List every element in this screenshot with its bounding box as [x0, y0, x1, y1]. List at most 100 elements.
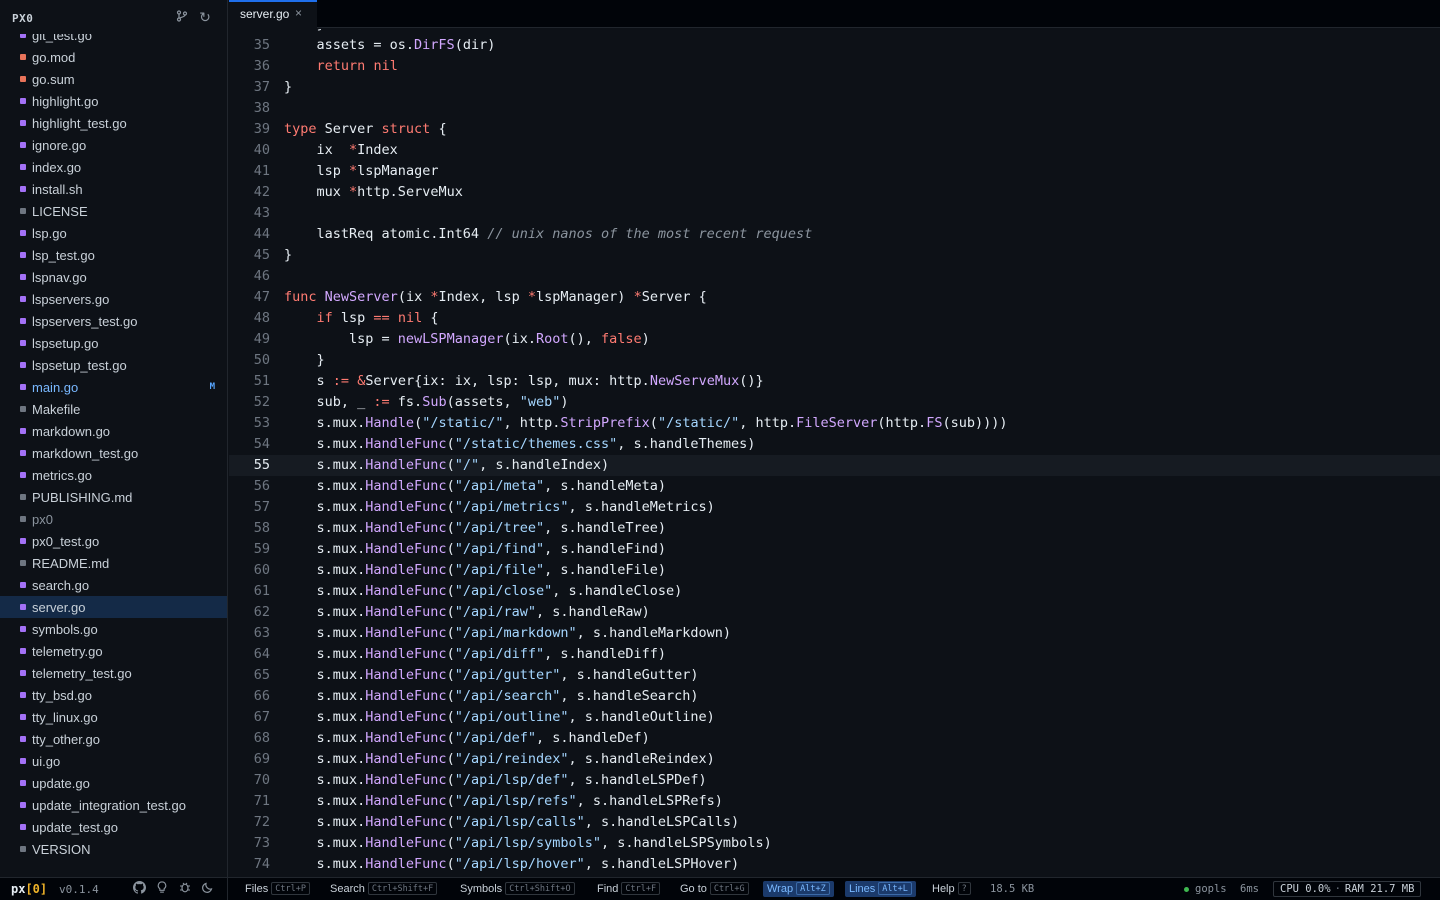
code-line[interactable]: 67 s.mux.HandleFunc("/api/outline", s.ha… [229, 707, 1440, 728]
code-line[interactable]: 53 s.mux.Handle("/static/", http.StripPr… [229, 413, 1440, 434]
file-item-highlight-go[interactable]: highlight.go [0, 90, 227, 112]
refresh-icon[interactable]: ↻ [198, 10, 212, 24]
code-line[interactable]: 57 s.mux.HandleFunc("/api/metrics", s.ha… [229, 497, 1440, 518]
file-item-version[interactable]: VERSION [0, 838, 227, 860]
file-item-ignore-go[interactable]: ignore.go [0, 134, 227, 156]
code-line[interactable]: 56 s.mux.HandleFunc("/api/meta", s.handl… [229, 476, 1440, 497]
code-line[interactable]: 38 [229, 98, 1440, 119]
file-item-symbols-go[interactable]: symbols.go [0, 618, 227, 640]
code-line[interactable]: 60 s.mux.HandleFunc("/api/file", s.handl… [229, 560, 1440, 581]
code-line[interactable]: 64 s.mux.HandleFunc("/api/diff", s.handl… [229, 644, 1440, 665]
code-line[interactable]: 43 [229, 203, 1440, 224]
file-item-tty-bsd-go[interactable]: tty_bsd.go [0, 684, 227, 706]
file-item-index-go[interactable]: index.go [0, 156, 227, 178]
file-item-lspsetup-test-go[interactable]: lspsetup_test.go [0, 354, 227, 376]
code-editor[interactable]: 34 }35 assets = os.DirFS(dir)36 return n… [229, 29, 1440, 877]
code-line[interactable]: 47 func NewServer(ix *Index, lsp *lspMana… [229, 287, 1440, 308]
file-item-install-sh[interactable]: install.sh [0, 178, 227, 200]
code-line[interactable]: 46 [229, 266, 1440, 287]
github-icon[interactable] [131, 881, 147, 897]
file-item-px0[interactable]: px0 [0, 508, 227, 530]
command-go-to[interactable]: Go to Ctrl+G [680, 881, 749, 897]
code-line[interactable]: 62 s.mux.HandleFunc("/api/raw", s.handle… [229, 602, 1440, 623]
code-line[interactable]: 48 if lsp == nil { [229, 308, 1440, 329]
close-icon[interactable]: × [295, 6, 302, 20]
code-line[interactable]: 69 s.mux.HandleFunc("/api/reindex", s.ha… [229, 749, 1440, 770]
current-code-line[interactable]: 55 s.mux.HandleFunc("/", s.handleIndex) [229, 455, 1440, 476]
code-line[interactable]: 35 assets = os.DirFS(dir) [229, 35, 1440, 56]
file-item-update-integration-test-go[interactable]: update_integration_test.go [0, 794, 227, 816]
code-line[interactable]: 54 s.mux.HandleFunc("/static/themes.css"… [229, 434, 1440, 455]
file-item-lsp-test-go[interactable]: lsp_test.go [0, 244, 227, 266]
file-item-lspsetup-go[interactable]: lspsetup.go [0, 332, 227, 354]
file-item-update-go[interactable]: update.go [0, 772, 227, 794]
code-line[interactable]: 70 s.mux.HandleFunc("/api/lsp/def", s.ha… [229, 770, 1440, 791]
file-item-license[interactable]: LICENSE [0, 200, 227, 222]
code-line[interactable]: 73 s.mux.HandleFunc("/api/lsp/symbols", … [229, 833, 1440, 854]
file-item-highlight-test-go[interactable]: highlight_test.go [0, 112, 227, 134]
code-line[interactable]: 44 lastReq atomic.Int64 // unix nanos of… [229, 224, 1440, 245]
file-item-update-test-go[interactable]: update_test.go [0, 816, 227, 838]
code-line[interactable]: 45} [229, 245, 1440, 266]
code-line[interactable]: 52 sub, _ := fs.Sub(assets, "web") [229, 392, 1440, 413]
file-item-lsp-go[interactable]: lsp.go [0, 222, 227, 244]
command-lines[interactable]: Lines Alt+L [845, 881, 916, 897]
file-item-ui-go[interactable]: ui.go [0, 750, 227, 772]
file-item-px0-test-go[interactable]: px0_test.go [0, 530, 227, 552]
command-help[interactable]: Help? [932, 881, 971, 897]
bug-icon[interactable] [177, 881, 193, 897]
tab-label: server.go [240, 7, 290, 21]
code-line[interactable]: 68 s.mux.HandleFunc("/api/def", s.handle… [229, 728, 1440, 749]
code-line[interactable]: 58 s.mux.HandleFunc("/api/tree", s.handl… [229, 518, 1440, 539]
file-item-tty-other-go[interactable]: tty_other.go [0, 728, 227, 750]
code-line[interactable]: 71 s.mux.HandleFunc("/api/lsp/refs", s.h… [229, 791, 1440, 812]
git-branch-icon[interactable] [175, 10, 189, 24]
code-line[interactable]: 72 s.mux.HandleFunc("/api/lsp/calls", s.… [229, 812, 1440, 833]
file-type-icon [20, 98, 26, 104]
code-line[interactable]: 74 s.mux.HandleFunc("/api/lsp/hover", s.… [229, 854, 1440, 875]
file-item-go-mod[interactable]: go.mod [0, 46, 227, 68]
file-item-makefile[interactable]: Makefile [0, 398, 227, 420]
file-item-markdown-test-go[interactable]: markdown_test.go [0, 442, 227, 464]
code-line[interactable]: 61 s.mux.HandleFunc("/api/close", s.hand… [229, 581, 1440, 602]
code-line[interactable]: 42 mux *http.ServeMux [229, 182, 1440, 203]
code-line[interactable]: 36 return nil [229, 56, 1440, 77]
file-item-publishing-md[interactable]: PUBLISHING.md [0, 486, 227, 508]
command-find[interactable]: Find Ctrl+F [597, 881, 661, 897]
file-item-telemetry-go[interactable]: telemetry.go [0, 640, 227, 662]
code-line[interactable]: 39 type Server struct { [229, 119, 1440, 140]
file-item-search-go[interactable]: search.go [0, 574, 227, 596]
file-item-readme-md[interactable]: README.md [0, 552, 227, 574]
code-token: "/api/outline" [454, 709, 569, 725]
code-line[interactable]: 63 s.mux.HandleFunc("/api/markdown", s.h… [229, 623, 1440, 644]
file-item-lspservers-test-go[interactable]: lspservers_test.go [0, 310, 227, 332]
file-item-tty-linux-go[interactable]: tty_linux.go [0, 706, 227, 728]
code-line[interactable]: 50 } [229, 350, 1440, 371]
file-item-lspnav-go[interactable]: lspnav.go [0, 266, 227, 288]
command-symbols[interactable]: Symbols Ctrl+Shift+O [460, 881, 575, 897]
file-item-lspservers-go[interactable]: lspservers.go [0, 288, 227, 310]
code-line[interactable]: 41 lsp *lspManager [229, 161, 1440, 182]
code-line[interactable]: 40 ix *Index [229, 140, 1440, 161]
code-token: lspManager [357, 163, 439, 179]
file-item-server-go[interactable]: server.go [0, 596, 227, 618]
file-type-icon [20, 846, 26, 852]
file-item-main-go[interactable]: main.go M [0, 376, 227, 398]
file-item-metrics-go[interactable]: metrics.go [0, 464, 227, 486]
code-line[interactable]: 65 s.mux.HandleFunc("/api/gutter", s.han… [229, 665, 1440, 686]
tab-server-go[interactable]: server.go × [229, 0, 317, 28]
command-files[interactable]: Files Ctrl+P [245, 881, 310, 897]
code-line[interactable]: 37} [229, 77, 1440, 98]
lightbulb-icon[interactable] [154, 881, 170, 897]
code-line[interactable]: 49 lsp = newLSPManager(ix.Root(), false) [229, 329, 1440, 350]
code-line[interactable]: 66 s.mux.HandleFunc("/api/search", s.han… [229, 686, 1440, 707]
file-item-telemetry-test-go[interactable]: telemetry_test.go [0, 662, 227, 684]
code-line[interactable]: 59 s.mux.HandleFunc("/api/find", s.handl… [229, 539, 1440, 560]
code-line[interactable]: 51 s := &Server{ix: ix, lsp: lsp, mux: h… [229, 371, 1440, 392]
file-item-go-sum[interactable]: go.sum [0, 68, 227, 90]
file-item-markdown-go[interactable]: markdown.go [0, 420, 227, 442]
moon-icon[interactable] [200, 881, 216, 897]
command-wrap[interactable]: Wrap Alt+Z [763, 881, 834, 897]
command-search[interactable]: Search Ctrl+Shift+F [330, 881, 438, 897]
code-token: HandleFunc [365, 688, 447, 704]
